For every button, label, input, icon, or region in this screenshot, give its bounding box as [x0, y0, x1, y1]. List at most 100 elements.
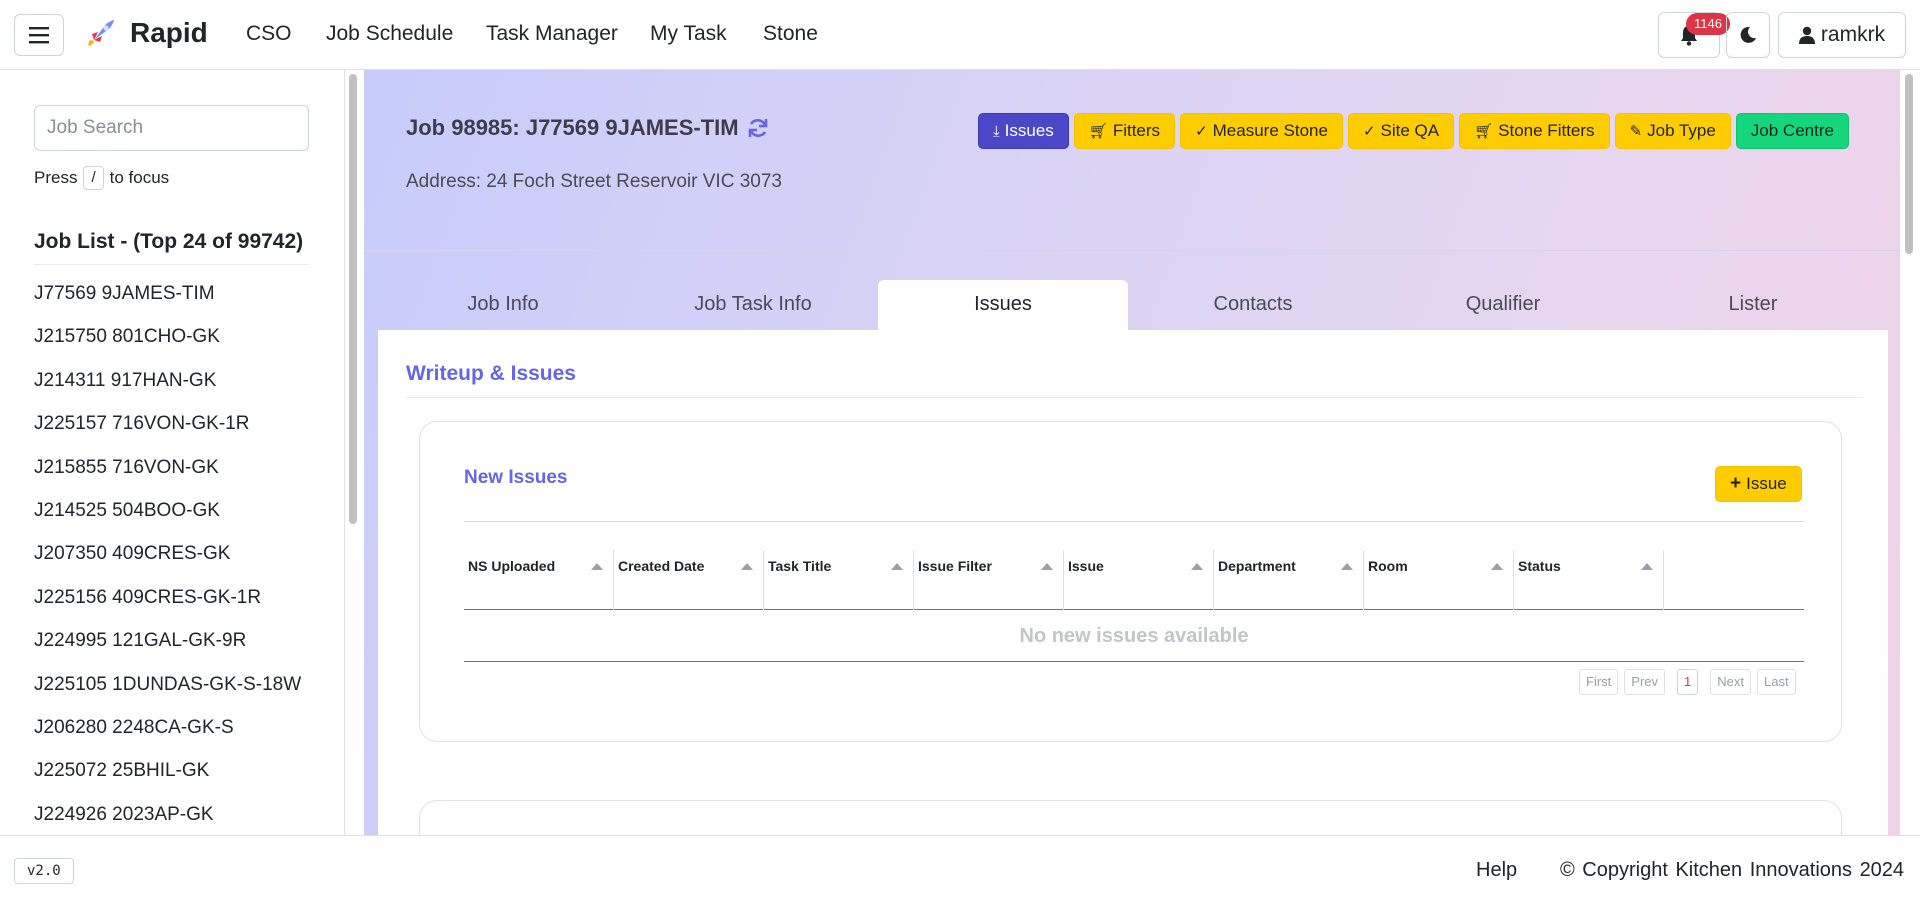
sort-up-icon: [1341, 563, 1353, 570]
issues-panel: Writeup & Issues New Issues + Issue NS U…: [378, 330, 1888, 835]
column-header-issue[interactable]: Issue: [1064, 550, 1214, 610]
job-list-item[interactable]: J206280 2248CA-GK-S: [34, 716, 301, 759]
nav-my-task[interactable]: My Task: [650, 22, 727, 46]
column-header-issue-filter[interactable]: Issue Filter: [914, 550, 1064, 610]
user-menu-button[interactable]: ramkrk: [1778, 12, 1906, 58]
tab-contacts[interactable]: Contacts: [1128, 280, 1378, 330]
plus-icon: +: [1730, 473, 1742, 494]
nav-stone[interactable]: Stone: [763, 22, 818, 46]
add-issue-button[interactable]: + Issue: [1715, 466, 1802, 502]
column-label: Created Date: [618, 558, 705, 574]
new-issues-card: New Issues + Issue NS Uploaded Created D…: [419, 421, 1842, 742]
divider: [464, 521, 1804, 522]
sort-up-icon: [891, 563, 903, 570]
issues-button-label: Issues: [1004, 121, 1054, 140]
job-list-item[interactable]: J225105 1DUNDAS-GK-S-18W: [34, 673, 301, 716]
top-navbar: Rapid CSO Job Schedule Task Manager My T…: [0, 0, 1920, 70]
main-scrollbar[interactable]: [1905, 74, 1913, 254]
site-qa-button[interactable]: ✓ Site QA: [1347, 113, 1455, 149]
tab-lister[interactable]: Lister: [1628, 280, 1878, 330]
moon-icon: [1740, 26, 1756, 43]
second-card: [419, 800, 1842, 835]
tab-job-task-info[interactable]: Job Task Info: [628, 280, 878, 330]
divider: [364, 250, 1900, 251]
job-action-toolbar: ⤓ Issues 🛒︎ Fitters ✓ Measure Stone ✓ Si…: [978, 113, 1849, 149]
column-header-department[interactable]: Department: [1214, 550, 1364, 610]
tab-qualifier[interactable]: Qualifier: [1378, 280, 1628, 330]
refresh-icon[interactable]: [747, 117, 769, 139]
column-label: Task Title: [768, 558, 832, 574]
sidebar: Press / to focus Job List - (Top 24 of 9…: [0, 70, 345, 835]
nav-job-schedule[interactable]: Job Schedule: [326, 22, 453, 46]
job-list-item[interactable]: J225157 716VON-GK-1R: [34, 412, 301, 455]
user-icon: [1798, 26, 1815, 44]
brand-link[interactable]: Rapid: [84, 16, 208, 50]
column-header-ns-uploaded[interactable]: NS Uploaded: [464, 550, 614, 610]
pagination: First Prev 1 Next Last: [1579, 669, 1796, 695]
rocket-icon: [87, 20, 114, 47]
site-qa-button-label: Site QA: [1380, 121, 1440, 140]
column-header-room[interactable]: Room: [1364, 550, 1514, 610]
tab-issues[interactable]: Issues: [878, 280, 1128, 330]
nav-cso[interactable]: CSO: [246, 22, 292, 46]
job-list-item[interactable]: J225156 409CRES-GK-1R: [34, 586, 301, 629]
check-icon: ✓: [1362, 123, 1376, 140]
sort-up-icon: [1191, 563, 1203, 570]
add-issue-label: Issue: [1746, 474, 1787, 493]
card-title: New Issues: [464, 467, 568, 488]
sort-up-icon: [741, 563, 753, 570]
job-type-button-label: Job Type: [1647, 121, 1716, 140]
pencil-icon: ✎: [1629, 123, 1643, 140]
help-link[interactable]: Help: [1476, 859, 1517, 882]
job-centre-button[interactable]: Job Centre: [1735, 113, 1849, 149]
job-list-item[interactable]: J77569 9JAMES-TIM: [34, 282, 301, 325]
tab-job-info[interactable]: Job Info: [378, 280, 628, 330]
tab-bar: Job Info Job Task Info Issues Contacts Q…: [378, 280, 1878, 330]
sort-up-icon: [591, 563, 603, 570]
hint-key: /: [83, 166, 104, 190]
pager-first-button[interactable]: First: [1579, 669, 1619, 695]
hint-suffix: to focus: [109, 168, 170, 187]
menu-toggle-button[interactable]: [14, 14, 64, 56]
column-header-created-date[interactable]: Created Date: [614, 550, 764, 610]
search-hint: Press / to focus: [34, 166, 169, 190]
pager-current-page[interactable]: 1: [1677, 669, 1699, 695]
column-header-task-title[interactable]: Task Title: [764, 550, 914, 610]
theme-toggle-button[interactable]: [1726, 12, 1770, 58]
app-name: Rapid: [130, 17, 208, 48]
main-content: Job 98985: J77569 9JAMES-TIM Address: 24…: [364, 70, 1900, 835]
column-header-status[interactable]: Status: [1514, 550, 1664, 610]
divider: [34, 264, 309, 265]
fitters-button[interactable]: 🛒︎ Fitters: [1073, 113, 1176, 149]
job-type-button[interactable]: ✎ Job Type: [1614, 113, 1731, 149]
job-list-item[interactable]: J215855 716VON-GK: [34, 456, 301, 499]
stone-fitters-button[interactable]: 🛒︎ Stone Fitters: [1459, 113, 1610, 149]
issues-button[interactable]: ⤓ Issues: [978, 113, 1069, 149]
job-list-item[interactable]: J224995 121GAL-GK-9R: [34, 629, 301, 672]
column-header-empty: [1664, 550, 1804, 609]
cart-icon: 🛒︎: [1474, 123, 1494, 140]
nav-task-manager[interactable]: Task Manager: [486, 22, 618, 46]
column-label: Status: [1518, 558, 1561, 574]
notification-count-badge: 1146: [1686, 13, 1730, 35]
pager-prev-button[interactable]: Prev: [1624, 669, 1666, 695]
job-list-item[interactable]: J224926 2023AP-GK: [34, 803, 301, 835]
job-list-item[interactable]: J214525 504BOO-GK: [34, 499, 301, 542]
sidebar-scrollbar[interactable]: [349, 74, 357, 524]
copyright-text: © Copyright Kitchen Innovations 2024: [1560, 859, 1905, 881]
job-list-item[interactable]: J214311 917HAN-GK: [34, 369, 301, 412]
sort-up-icon: [1641, 563, 1653, 570]
pager-last-button[interactable]: Last: [1756, 669, 1796, 695]
column-label: NS Uploaded: [468, 558, 556, 574]
job-search-input[interactable]: [34, 105, 309, 151]
job-list-item[interactable]: J225072 25BHIL-GK: [34, 759, 301, 802]
job-header: Job 98985: J77569 9JAMES-TIM: [406, 115, 769, 141]
job-list: J77569 9JAMES-TIM J215750 801CHO-GK J214…: [34, 282, 301, 835]
cart-icon: 🛒︎: [1088, 123, 1108, 140]
job-list-item[interactable]: J207350 409CRES-GK: [34, 542, 301, 585]
column-label: Department: [1218, 558, 1296, 574]
measure-stone-button[interactable]: ✓ Measure Stone: [1180, 113, 1343, 149]
pager-next-button[interactable]: Next: [1710, 669, 1751, 695]
job-list-item[interactable]: J215750 801CHO-GK: [34, 325, 301, 368]
issues-table-header: NS Uploaded Created Date Task Title Issu…: [464, 550, 1804, 610]
